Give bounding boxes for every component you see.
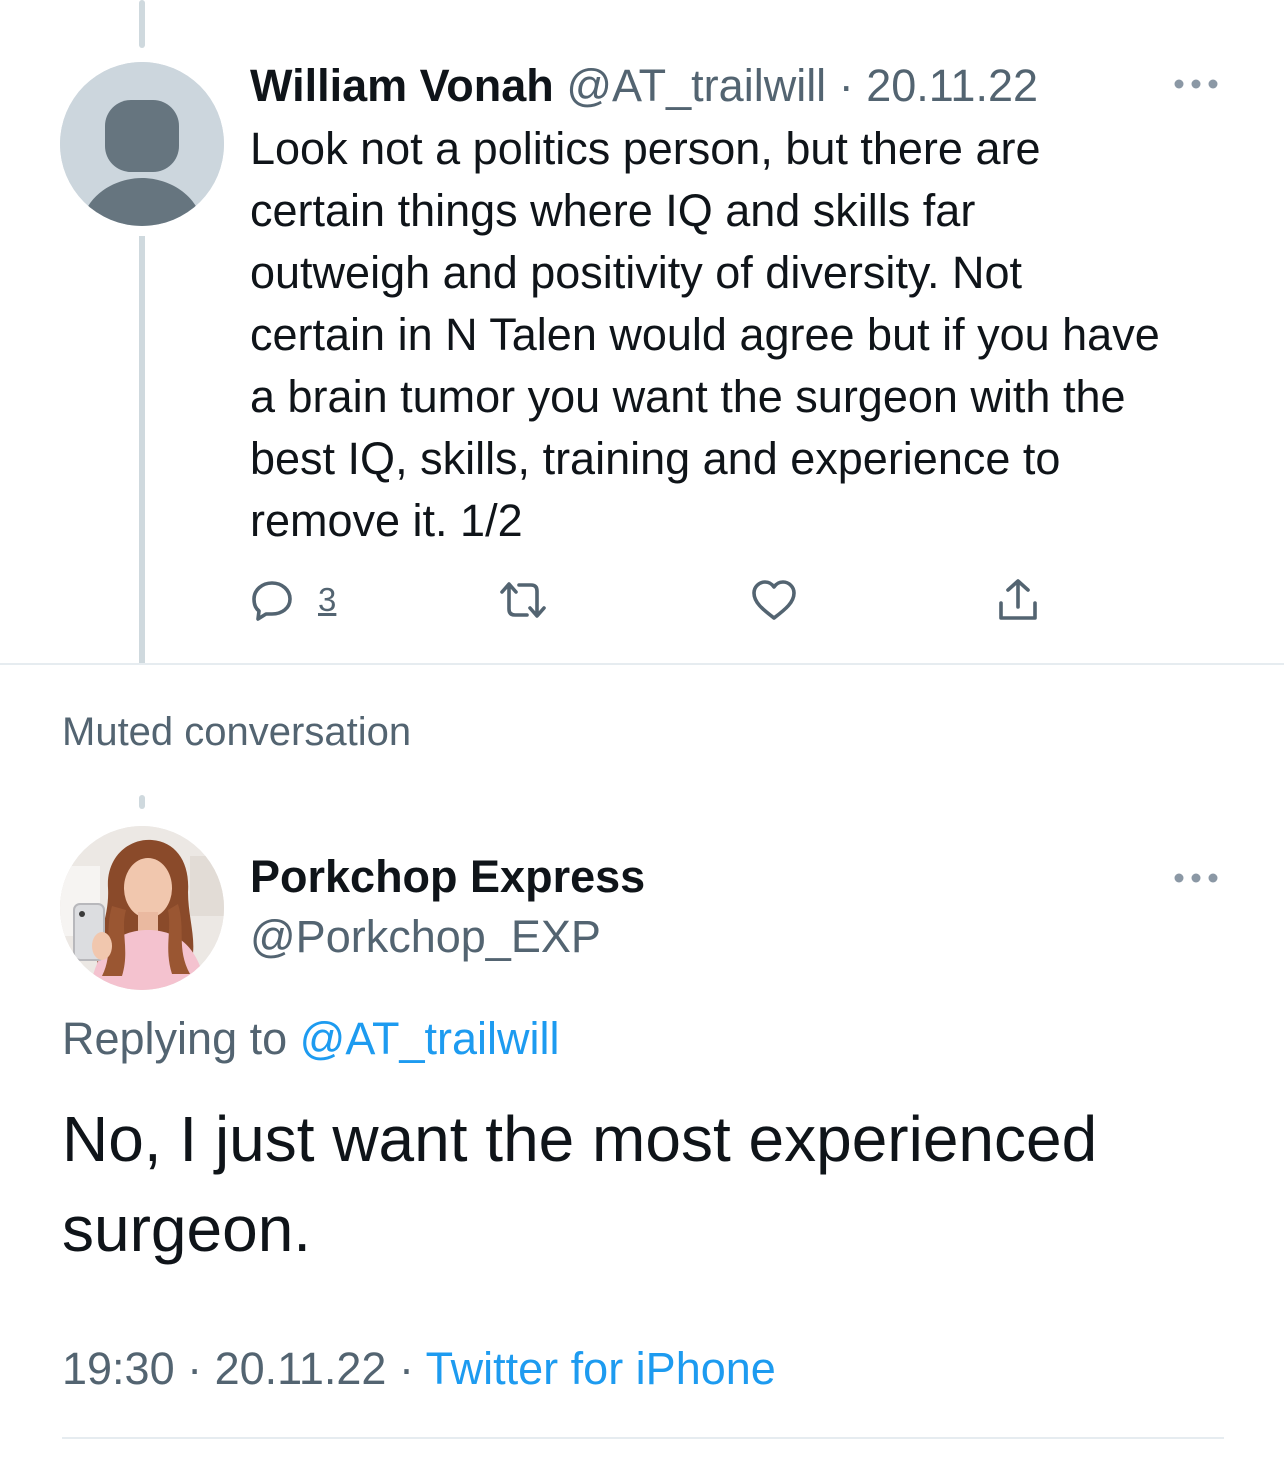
more-horizontal-icon <box>1174 79 1218 89</box>
tweet-text-line: Look not a politics person, but there ar… <box>250 123 1041 174</box>
tweet-text-line: surgeon. <box>62 1193 312 1265</box>
replying-to-label: Replying to <box>62 1013 300 1064</box>
tweet-text: Look not a politics person, but there ar… <box>250 118 1250 552</box>
share-button[interactable] <box>995 572 1041 628</box>
divider <box>0 663 1284 665</box>
meta-separator: · <box>174 1343 215 1394</box>
tweet-time[interactable]: 19:30 <box>62 1343 175 1394</box>
author-handle[interactable]: @AT_trailwill <box>566 60 826 111</box>
tweet-date[interactable]: 20.11.22 <box>866 60 1038 111</box>
meta-separator: · <box>386 1343 426 1394</box>
meta-separator: · <box>826 60 867 111</box>
thread-line <box>139 236 145 664</box>
timeline: William Vonah @AT_trailwill · 20.11.22 L… <box>0 0 1284 1459</box>
author-name[interactable]: William Vonah <box>250 60 554 111</box>
default-avatar-icon <box>60 62 224 226</box>
reply-count[interactable]: 3 <box>318 581 336 619</box>
muted-conversation-label: Muted conversation <box>62 710 412 754</box>
thread-line <box>139 795 145 809</box>
heart-icon <box>752 580 796 620</box>
avatar[interactable] <box>60 826 224 990</box>
more-button[interactable] <box>1171 76 1221 92</box>
replying-to: Replying to @AT_trailwill <box>62 1010 560 1068</box>
tweet-header: William Vonah @AT_trailwill · 20.11.22 <box>250 56 1038 116</box>
tweet-text-line: a brain tumor you want the surgeon with … <box>250 371 1126 422</box>
tweet-text-line: outweigh and positivity of diversity. No… <box>250 247 1023 298</box>
tweet-text: No, I just want the most experienced sur… <box>62 1094 1232 1274</box>
author-handle[interactable]: @Porkchop_EXP <box>250 908 601 966</box>
tweet-date[interactable]: 20.11.22 <box>215 1343 387 1394</box>
tweet-text-line: No, I just want the most experienced <box>62 1103 1098 1175</box>
reply-button[interactable]: 3 <box>250 572 336 628</box>
retweet-icon <box>500 582 546 618</box>
more-horizontal-icon <box>1174 873 1218 883</box>
like-button[interactable] <box>750 572 798 628</box>
share-icon <box>999 579 1037 620</box>
avatar[interactable] <box>60 62 224 226</box>
divider <box>62 1437 1224 1439</box>
replying-to-handle-link[interactable]: @AT_trailwill <box>300 1013 560 1064</box>
tweet-text-line: best IQ, skills, training and experience… <box>250 433 1061 484</box>
tweet-source-link[interactable]: Twitter for iPhone <box>426 1343 776 1394</box>
tweet-text-line: remove it. 1/2 <box>250 495 523 546</box>
tweet-text-line: certain things where IQ and skills far <box>250 185 976 236</box>
tweet-text-line: certain in N Talen would agree but if yo… <box>250 309 1160 360</box>
thread-line <box>139 0 145 48</box>
more-button[interactable] <box>1171 870 1221 886</box>
tweet-meta: 19:30 · 20.11.22 · Twitter for iPhone <box>62 1340 776 1398</box>
retweet-button[interactable] <box>497 572 549 628</box>
reply-icon <box>252 581 292 621</box>
profile-photo <box>60 826 224 990</box>
author-name[interactable]: Porkchop Express <box>250 848 645 906</box>
